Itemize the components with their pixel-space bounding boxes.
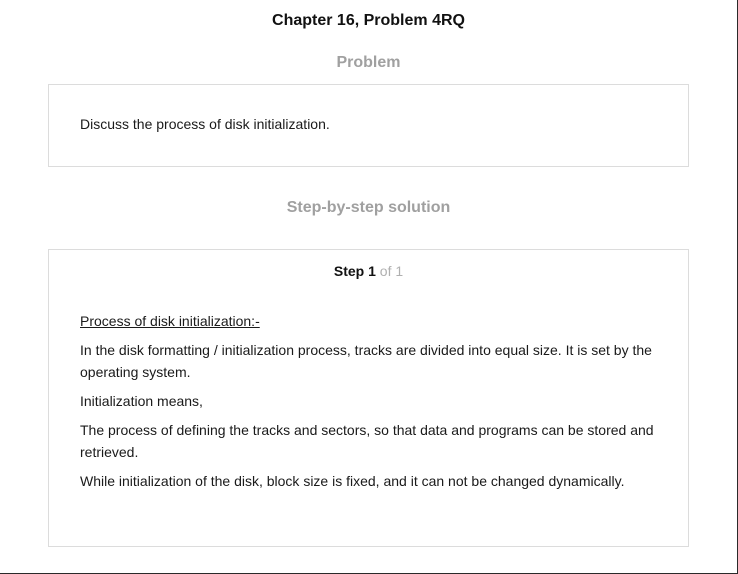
- problem-box: Discuss the process of disk initializati…: [48, 84, 689, 167]
- problem-heading: Problem: [336, 54, 401, 71]
- problem-text: Discuss the process of disk initializati…: [80, 116, 330, 132]
- step-body: Process of disk initialization:- In the …: [80, 310, 670, 499]
- step-header: Step 1 of 1: [49, 261, 688, 281]
- step-count: of 1: [379, 263, 404, 279]
- step-paragraph: While initialization of the disk, block …: [80, 473, 625, 489]
- step-subheading: Process of disk initialization:-: [80, 313, 260, 329]
- step-label: Step: [333, 263, 365, 279]
- step-number: 1: [368, 263, 376, 279]
- solution-heading: Step-by-step solution: [286, 199, 451, 216]
- step-paragraph: The process of defining the tracks and s…: [80, 422, 654, 460]
- solution-box: Step 1 of 1 Process of disk initializati…: [48, 249, 689, 547]
- page-title: Chapter 16, Problem 4RQ: [272, 12, 465, 29]
- step-paragraph: Initialization means,: [80, 393, 203, 409]
- step-paragraph: In the disk formatting / initialization …: [80, 342, 652, 380]
